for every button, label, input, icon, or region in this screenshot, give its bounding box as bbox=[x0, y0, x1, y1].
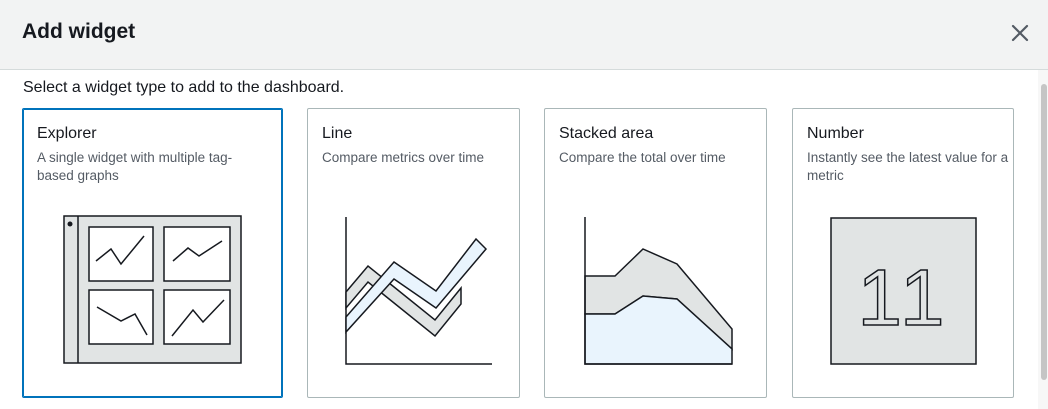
widget-card-explorer[interactable]: Explorer A single widget with multiple t… bbox=[22, 108, 283, 398]
widget-card-line[interactable]: Line Compare metrics over time bbox=[307, 108, 520, 398]
scrollbar-thumb[interactable] bbox=[1041, 84, 1047, 380]
widget-card-stacked-area[interactable]: Stacked area Compare the total over time bbox=[544, 108, 767, 398]
stacked-area-illustration-icon bbox=[584, 217, 733, 365]
line-chart-illustration-icon bbox=[345, 217, 492, 365]
number-value: 11 bbox=[857, 253, 948, 342]
dialog-header: Add widget bbox=[0, 0, 1048, 70]
dialog-subtitle: Select a widget type to add to the dashb… bbox=[23, 79, 345, 96]
close-icon bbox=[1011, 24, 1029, 42]
explorer-illustration-icon bbox=[63, 215, 242, 364]
widget-card-number[interactable]: Number Instantly see the latest value fo… bbox=[792, 108, 1014, 398]
close-button[interactable] bbox=[1006, 19, 1034, 47]
number-illustration-icon: 11 bbox=[830, 217, 977, 365]
dialog-title: Add widget bbox=[22, 20, 136, 43]
